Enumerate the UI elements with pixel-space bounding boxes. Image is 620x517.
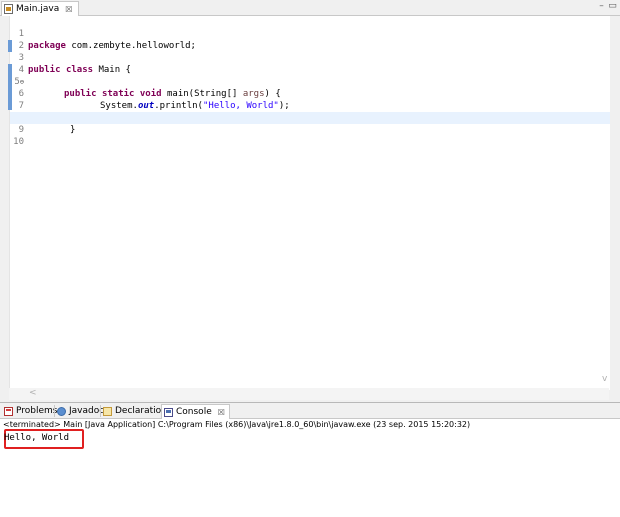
code-line-current: 9 [10,112,610,135]
tab-problems[interactable]: Problems [2,404,61,418]
javadoc-icon [57,406,66,416]
tab-label: Console [176,407,212,417]
minimize-icon[interactable]: – [596,1,607,12]
code-line: 4 [10,52,610,75]
code-line: 1 package com.zembyte.helloworld; [10,16,610,51]
code-line: 10 [10,124,610,147]
editor-part: Main.java ☒ – ▭ 1 package com.zembyte.he… [0,0,620,400]
code-line: 2 [10,28,610,51]
editor-tab-bar: Main.java ☒ – ▭ [0,0,620,16]
scroll-down-icon[interactable]: v [602,374,607,384]
views-tab-bar: Problems Javadoc Declaration Console ☒ [0,403,620,419]
declaration-icon [103,406,112,416]
code-line: 5⊖ public static void main(String[] args… [10,64,610,99]
tab-title: Main.java [16,4,60,14]
close-icon[interactable]: ☒ [218,408,225,417]
tab-label: Declaration [115,406,167,416]
code-line: 3 public class Main { [10,40,610,75]
horizontal-scrollbar[interactable]: < [9,388,609,400]
console-output[interactable]: Hello, World [4,433,69,443]
console-icon [164,407,173,417]
tab-console[interactable]: Console ☒ [161,404,230,419]
tab-label: Javadoc [69,406,105,416]
code-editor[interactable]: 1 package com.zembyte.helloworld; 2 3 pu… [8,16,610,390]
code-line: 6 System.out.println("Hello, World"); [10,76,610,111]
line-number: 10 [13,137,24,147]
tab-label: Problems [16,406,58,416]
console-part: Problems Javadoc Declaration Console ☒ <… [0,402,620,517]
tab-main-java[interactable]: Main.java ☒ [1,1,80,16]
code-line: 7 } [10,88,610,123]
code-line: 8 } [10,100,610,135]
maximize-icon[interactable]: ▭ [607,1,618,12]
problems-icon [4,406,13,416]
scroll-left-icon[interactable]: < [29,388,37,398]
java-file-icon [4,4,13,14]
close-icon[interactable]: ☒ [65,5,72,14]
